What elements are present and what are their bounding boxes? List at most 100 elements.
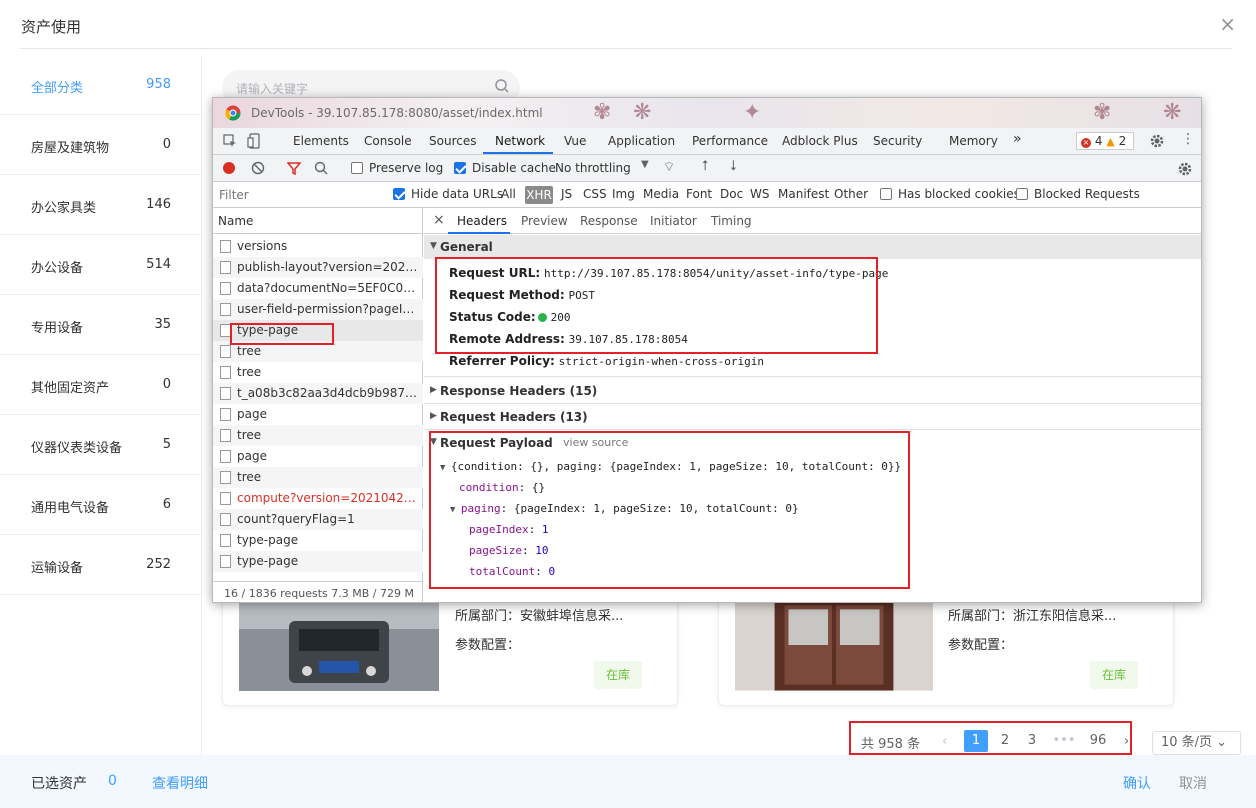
search-icon[interactable] xyxy=(314,161,328,175)
network-toolbar: Preserve log Disable cache No throttling… xyxy=(213,155,1201,182)
sidebar-item-electrical[interactable]: 通用电气设备 6 xyxy=(0,475,201,535)
request-headers-section[interactable]: ▶ Request Headers (13) xyxy=(424,405,1201,429)
filter-type-all[interactable]: All xyxy=(501,187,516,201)
throttling-select[interactable]: No throttling xyxy=(555,161,631,175)
clear-icon[interactable] xyxy=(251,161,265,175)
sidebar-item-all[interactable]: 全部分类 958 xyxy=(0,55,201,115)
tab-initiator[interactable]: Initiator xyxy=(650,214,697,228)
tab-adblock-plus[interactable]: Adblock Plus xyxy=(782,134,858,148)
request-row[interactable]: tree xyxy=(213,467,423,488)
issues-badge[interactable]: × 4 ▲ 2 xyxy=(1076,132,1134,150)
request-row[interactable]: type-page xyxy=(213,530,423,551)
tab-preview[interactable]: Preview xyxy=(521,214,568,228)
response-headers-section[interactable]: ▶ Response Headers (15) xyxy=(424,379,1201,403)
error-count: 4 xyxy=(1094,134,1103,148)
filter-funnel-icon[interactable] xyxy=(287,161,301,175)
pager-page-96[interactable]: 96 xyxy=(1086,730,1110,752)
filter-type-doc[interactable]: Doc xyxy=(720,187,743,201)
request-row[interactable]: user-field-permission?pageId=a... xyxy=(213,299,423,320)
sidebar-item-furniture[interactable]: 办公家具类 146 xyxy=(0,175,201,235)
disable-cache-checkbox[interactable] xyxy=(454,162,466,174)
tab-sources[interactable]: Sources xyxy=(429,134,476,148)
tab-security[interactable]: Security xyxy=(873,134,922,148)
more-options-icon[interactable]: ⋮ xyxy=(1181,131,1195,147)
request-row[interactable]: tree xyxy=(213,362,423,383)
pager-next-button[interactable]: › xyxy=(1124,734,1129,749)
header-divider xyxy=(20,48,1232,49)
filter-input[interactable]: Filter xyxy=(219,188,379,202)
tab-timing[interactable]: Timing xyxy=(711,214,752,228)
request-row[interactable]: type-page xyxy=(213,551,423,572)
close-icon[interactable]: × xyxy=(1219,12,1236,36)
request-row[interactable]: page xyxy=(213,404,423,425)
warning-count: 2 xyxy=(1118,134,1127,148)
blocked-requests-checkbox[interactable] xyxy=(1016,188,1028,200)
tab-console[interactable]: Console xyxy=(364,134,412,148)
filter-type-manifest[interactable]: Manifest xyxy=(778,187,829,201)
cancel-button[interactable]: 取消 xyxy=(1179,773,1207,793)
search-icon[interactable] xyxy=(494,78,510,94)
inspect-element-icon[interactable] xyxy=(223,134,237,148)
filter-type-media[interactable]: Media xyxy=(643,187,679,201)
pager-page-3[interactable]: 3 xyxy=(1020,730,1044,752)
view-details-link[interactable]: 查看明细 xyxy=(152,773,208,793)
request-row[interactable]: t_a08b3c82aa3d4dcb9b9870a4e... xyxy=(213,383,423,404)
filter-type-ws[interactable]: WS xyxy=(750,187,769,201)
sidebar-divider xyxy=(201,55,202,755)
request-row[interactable]: tree xyxy=(213,425,423,446)
request-list-header[interactable]: Name xyxy=(213,208,423,234)
hide-data-urls-checkbox[interactable] xyxy=(393,188,405,200)
request-row[interactable]: versions xyxy=(213,236,423,257)
page-size-select[interactable]: 10 条/页 ⌄ xyxy=(1152,731,1241,755)
sidebar-item-buildings[interactable]: 房屋及建筑物 0 xyxy=(0,115,201,175)
tab-vue[interactable]: Vue xyxy=(564,134,586,148)
sidebar-item-instruments[interactable]: 仪器仪表类设备 5 xyxy=(0,415,201,475)
filter-type-other[interactable]: Other xyxy=(834,187,868,201)
record-icon[interactable] xyxy=(223,162,235,174)
close-detail-icon[interactable]: × xyxy=(433,212,445,228)
confirm-button[interactable]: 确认 xyxy=(1123,773,1151,793)
has-blocked-cookies-checkbox[interactable] xyxy=(880,188,892,200)
pager-page-1[interactable]: 1 xyxy=(964,730,988,752)
filter-type-css[interactable]: CSS xyxy=(583,187,607,201)
pager-ellipsis[interactable]: ••• xyxy=(1052,730,1076,752)
filter-type-img[interactable]: Img xyxy=(612,187,635,201)
sidebar-item-special-equipment[interactable]: 专用设备 35 xyxy=(0,295,201,355)
tab-network[interactable]: Network xyxy=(495,134,545,148)
pager-page-2[interactable]: 2 xyxy=(993,730,1017,752)
sidebar-item-label: 运输设备 xyxy=(31,561,84,576)
import-har-icon[interactable]: ⭡ xyxy=(702,158,709,174)
filter-type-font[interactable]: Font xyxy=(686,187,712,201)
tab-memory[interactable]: Memory xyxy=(949,134,998,148)
asset-card[interactable]: 所属部门：安徽蚌埠信息采... 参数配置： 在库 xyxy=(222,598,678,706)
network-conditions-icon[interactable]: ⌔ xyxy=(663,159,675,175)
tab-response[interactable]: Response xyxy=(580,214,638,228)
filter-type-js[interactable]: JS xyxy=(561,187,572,201)
pager-prev-button[interactable]: ‹ xyxy=(942,734,947,749)
settings-gear-icon[interactable] xyxy=(1149,133,1165,149)
filter-type-xhr[interactable]: XHR xyxy=(525,186,553,204)
asset-card[interactable]: 所属部门：浙江东阳信息采... 参数配置： 在库 xyxy=(718,598,1174,706)
request-row-error[interactable]: compute?version=20210426143... xyxy=(213,488,423,509)
more-tabs-button[interactable]: » xyxy=(1013,131,1022,147)
asset-department: 所属部门：浙江东阳信息采... xyxy=(948,609,1117,624)
selected-assets-count: 0 xyxy=(108,773,117,789)
throttling-dropdown-icon[interactable]: ▼ xyxy=(641,159,649,170)
request-row[interactable]: publish-layout?version=202104... xyxy=(213,257,423,278)
request-row[interactable]: data?documentNo=5EF0C0FF92... xyxy=(213,278,423,299)
tab-application[interactable]: Application xyxy=(608,134,675,148)
device-toolbar-icon[interactable] xyxy=(247,133,263,149)
request-row[interactable]: page xyxy=(213,446,423,467)
tab-headers[interactable]: Headers xyxy=(457,214,507,228)
network-settings-gear-icon[interactable] xyxy=(1177,161,1193,177)
tab-elements[interactable]: Elements xyxy=(293,134,349,148)
export-har-icon[interactable]: ⭣ xyxy=(730,158,737,174)
request-list: Name versions publish-layout?version=202… xyxy=(213,208,423,602)
sidebar-item-office-equipment[interactable]: 办公设备 514 xyxy=(0,235,201,295)
general-section-header[interactable]: ▼ General xyxy=(424,235,1201,259)
sidebar-item-other-fixed[interactable]: 其他固定资产 0 xyxy=(0,355,201,415)
sidebar-item-transport[interactable]: 运输设备 252 xyxy=(0,535,201,595)
request-row[interactable]: count?queryFlag=1 xyxy=(213,509,423,530)
preserve-log-checkbox[interactable] xyxy=(351,162,363,174)
tab-performance[interactable]: Performance xyxy=(692,134,768,148)
